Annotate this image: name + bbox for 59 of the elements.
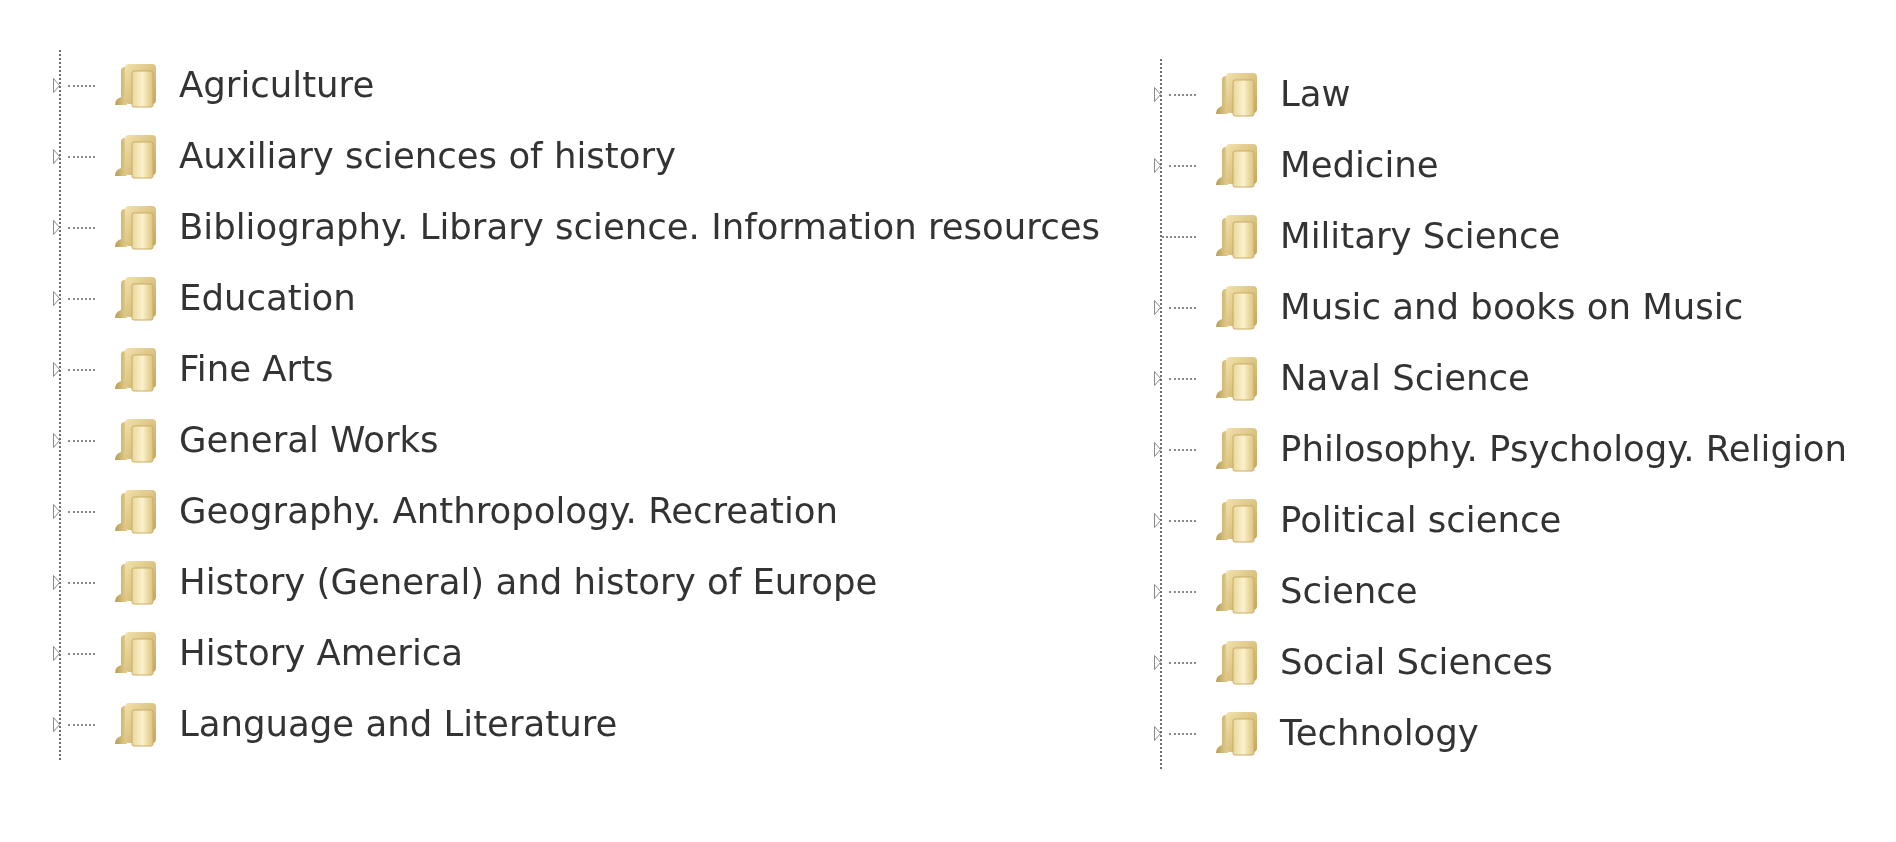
caret-icon[interactable] (53, 717, 60, 732)
category-label[interactable]: History America (179, 632, 464, 675)
folder-icon (113, 276, 158, 321)
folder-icon (1214, 498, 1259, 543)
category-label[interactable]: Language and Literature (179, 703, 618, 746)
category-label[interactable]: General Works (179, 419, 439, 462)
category-label[interactable]: Medicine (1280, 144, 1439, 187)
caret-icon[interactable] (1154, 584, 1161, 599)
caret-icon[interactable] (53, 291, 60, 306)
category-label[interactable]: Fine Arts (179, 348, 334, 391)
folder-icon (113, 418, 158, 463)
caret-icon[interactable] (1154, 158, 1161, 173)
folder-icon (1214, 427, 1259, 472)
caret-icon[interactable] (53, 149, 60, 164)
category-label[interactable]: Military Science (1280, 215, 1561, 258)
caret-icon[interactable] (53, 646, 60, 661)
caret-icon[interactable] (1154, 726, 1161, 741)
caret-icon[interactable] (1154, 513, 1161, 528)
folder-icon (113, 560, 158, 605)
caret-icon[interactable] (53, 220, 60, 235)
caret-icon[interactable] (53, 362, 60, 377)
category-label[interactable]: History (General) and history of Europe (179, 561, 878, 604)
folder-icon (113, 631, 158, 676)
caret-icon[interactable] (53, 78, 60, 93)
folder-icon (1214, 143, 1259, 188)
folder-icon (113, 205, 158, 250)
caret-icon[interactable] (1154, 371, 1161, 386)
folder-icon (1214, 285, 1259, 330)
folder-icon (1214, 711, 1259, 756)
folder-icon (1214, 356, 1259, 401)
category-label[interactable]: Education (179, 277, 356, 320)
category-label[interactable]: Political science (1280, 499, 1562, 542)
folder-icon (113, 702, 158, 747)
category-label[interactable]: Music and books on Music (1280, 286, 1744, 329)
caret-icon[interactable] (53, 504, 60, 519)
caret-icon[interactable] (53, 433, 60, 448)
category-label[interactable]: Bibliography. Library science. Information resources (179, 206, 1100, 249)
caret-icon[interactable] (1154, 87, 1161, 102)
caret-icon[interactable] (1154, 655, 1161, 670)
caret-icon[interactable] (1154, 300, 1161, 315)
folder-icon (1214, 640, 1259, 685)
category-label[interactable]: Law (1280, 73, 1351, 116)
category-label[interactable]: Social Sciences (1280, 641, 1553, 684)
folder-icon (113, 347, 158, 392)
category-label[interactable]: Naval Science (1280, 357, 1530, 400)
folder-icon (1214, 72, 1259, 117)
category-label[interactable]: Science (1280, 570, 1418, 613)
category-label[interactable]: Philosophy. Psychology. Religion (1280, 428, 1848, 471)
category-label[interactable]: Auxiliary sciences of history (179, 135, 676, 178)
folder-icon (113, 489, 158, 534)
folder-icon (113, 63, 158, 108)
folder-icon (1214, 214, 1259, 259)
category-label[interactable]: Geography. Anthropology. Recreation (179, 490, 838, 533)
folder-icon (113, 134, 158, 179)
category-label[interactable]: Agriculture (179, 64, 375, 107)
caret-icon[interactable] (1154, 442, 1161, 457)
category-label[interactable]: Technology (1280, 712, 1479, 755)
folder-icon (1214, 569, 1259, 614)
caret-icon[interactable] (53, 575, 60, 590)
